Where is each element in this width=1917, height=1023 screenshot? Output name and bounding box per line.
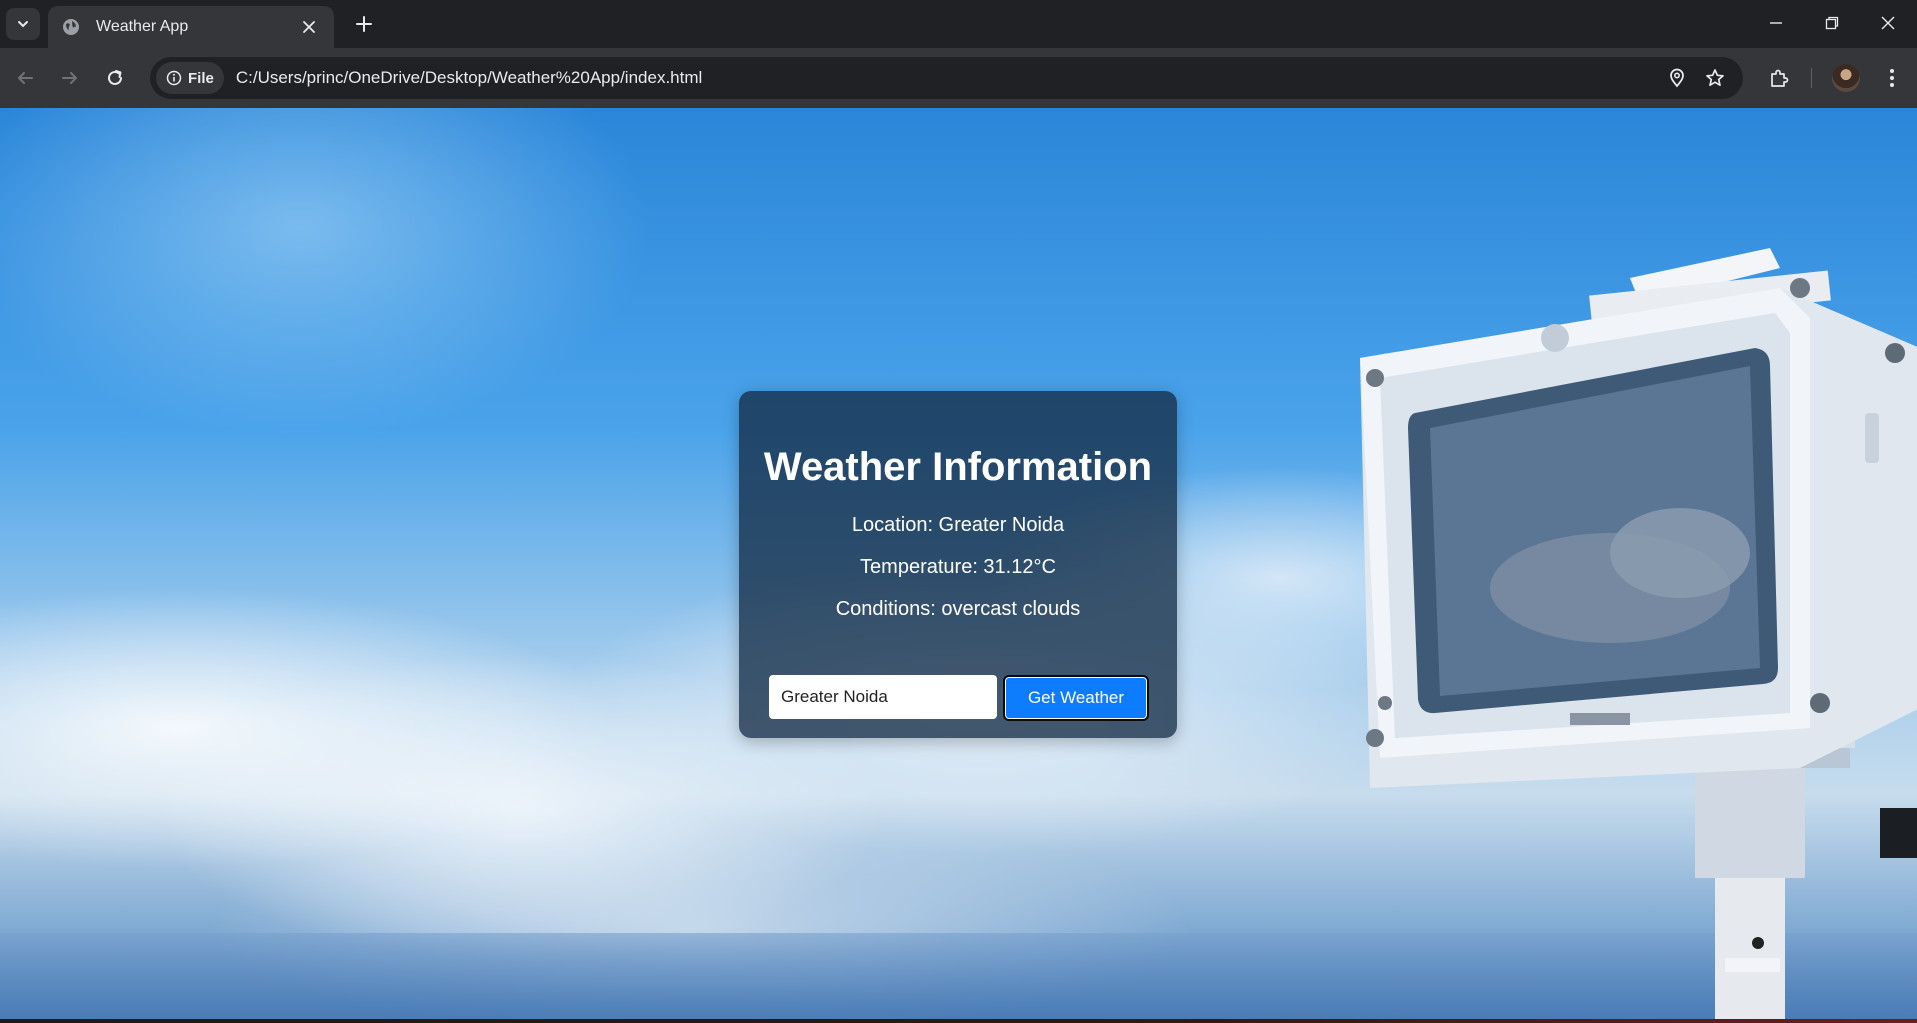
globe-icon xyxy=(62,18,80,36)
site-info-label: File xyxy=(188,69,214,87)
tab-weather-app[interactable]: Weather App xyxy=(48,6,334,48)
info-icon xyxy=(166,70,182,86)
site-info-chip[interactable]: File xyxy=(156,62,224,94)
restore-icon xyxy=(1825,16,1839,30)
plus-icon xyxy=(356,16,372,32)
back-button[interactable] xyxy=(9,62,41,94)
back-arrow-icon xyxy=(18,72,33,84)
restore-button[interactable] xyxy=(1804,0,1860,46)
location-text: Location: Greater Noida xyxy=(851,514,1065,536)
address-bar[interactable]: File C:/Users/princ/OneDrive/Desktop/Wea… xyxy=(150,57,1743,99)
tab-title: Weather App xyxy=(96,18,189,35)
tab-strip: Weather App xyxy=(0,0,1917,48)
forward-arrow-icon xyxy=(62,72,77,84)
page-background: Weather Information Location: Greater No… xyxy=(0,108,1917,1023)
page-title: Weather Information xyxy=(763,445,1153,489)
minimize-icon xyxy=(1770,22,1782,24)
extensions-icon[interactable] xyxy=(1763,62,1795,94)
reload-button[interactable] xyxy=(99,62,131,94)
url-text[interactable]: C:/Users/princ/OneDrive/Desktop/Weather%… xyxy=(236,68,1661,88)
weather-station-image xyxy=(1360,248,1917,1023)
avatar[interactable] xyxy=(1832,64,1860,92)
tab-search-button[interactable] xyxy=(6,8,40,40)
get-weather-button[interactable]: Get Weather xyxy=(1003,675,1149,721)
search-form: Get Weather xyxy=(769,675,1149,721)
forward-button[interactable] xyxy=(54,62,86,94)
more-vert-icon[interactable] xyxy=(1876,62,1908,94)
toolbar-divider xyxy=(1811,68,1812,88)
weather-card: Weather Information Location: Greater No… xyxy=(739,391,1177,738)
bottom-edge xyxy=(0,1019,1917,1023)
close-window-button[interactable] xyxy=(1860,0,1916,46)
chevron-down-icon xyxy=(18,21,28,28)
browser-toolbar: File C:/Users/princ/OneDrive/Desktop/Wea… xyxy=(0,48,1917,108)
close-window-icon xyxy=(1881,16,1895,30)
minimize-button[interactable] xyxy=(1748,0,1804,46)
reload-icon xyxy=(108,70,122,85)
city-input[interactable] xyxy=(769,675,997,719)
star-icon[interactable] xyxy=(1699,62,1731,94)
close-icon[interactable] xyxy=(298,16,320,38)
new-tab-button[interactable] xyxy=(350,10,378,38)
temperature-text: Temperature: 31.12°C xyxy=(860,556,1056,578)
conditions-text: Conditions: overcast clouds xyxy=(835,598,1081,620)
location-pin-icon[interactable] xyxy=(1661,62,1693,94)
